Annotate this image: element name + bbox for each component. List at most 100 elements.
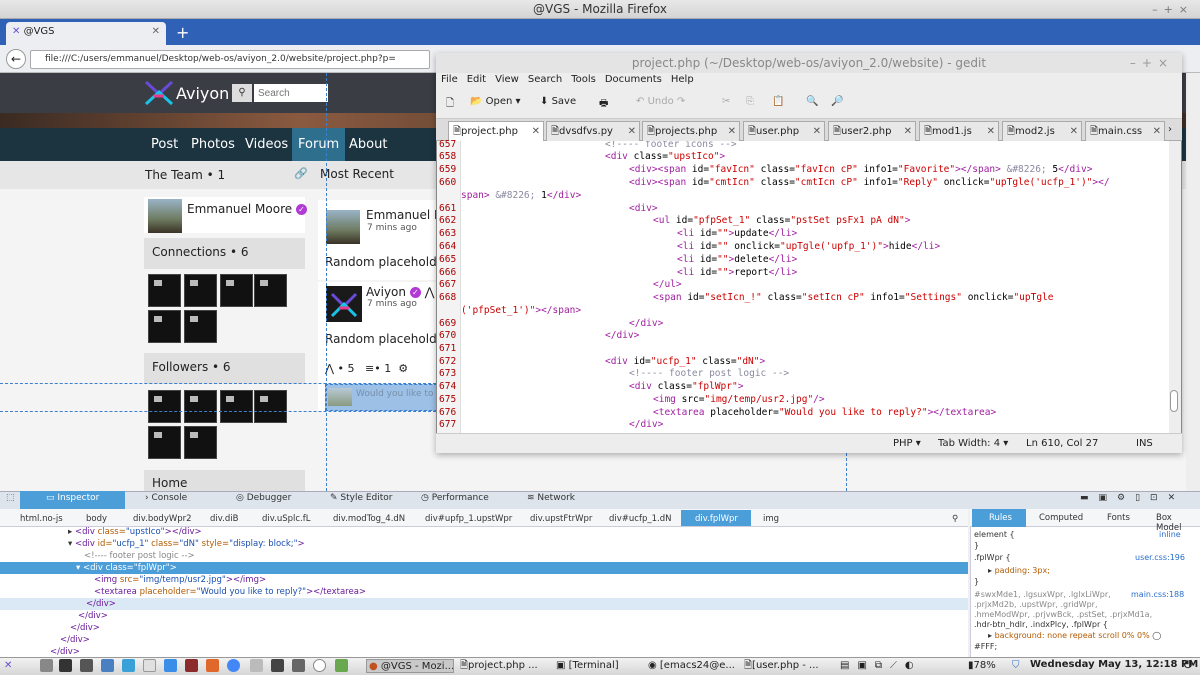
open-button[interactable]: 📂 Open ▾: [470, 96, 521, 107]
writer-launcher-icon[interactable]: [164, 659, 177, 672]
editor-tab-mod1-js[interactable]: 🗎mod1.js ✕: [919, 121, 999, 141]
menu-view[interactable]: View: [495, 73, 519, 87]
connection-tile[interactable]: [148, 274, 181, 307]
avatar[interactable]: [148, 199, 182, 233]
editor-tab-mod2-js[interactable]: 🗎mod2.js ✕: [1002, 121, 1082, 141]
find-replace-icon[interactable]: 🔎: [831, 96, 843, 107]
tab-width-selector[interactable]: Tab Width: 4 ▾: [938, 438, 1008, 449]
camera-launcher-icon[interactable]: [292, 659, 305, 672]
search-html-icon[interactable]: ⚲: [952, 514, 958, 524]
rule-element[interactable]: element {: [974, 530, 1015, 539]
browser-tab[interactable]: ✕ @VGS ✕: [6, 22, 166, 45]
task-user-php[interactable]: 🗎[user.php - ...: [744, 659, 824, 673]
settings-gear-icon[interactable]: ⚙: [398, 362, 408, 375]
close-tab-icon[interactable]: ✕: [728, 122, 736, 141]
rule-source[interactable]: inline: [1159, 530, 1181, 539]
undo-button[interactable]: ↶ Undo ↷: [636, 96, 685, 107]
breadcrumb-item[interactable]: div.modTog_4.dN: [333, 514, 405, 524]
filezilla-launcher-icon[interactable]: [185, 659, 198, 672]
connections-heading[interactable]: Connections • 6: [144, 238, 305, 269]
search-input[interactable]: [254, 84, 328, 102]
disc-launcher-icon[interactable]: [313, 659, 326, 672]
chrome-launcher-icon[interactable]: [227, 659, 240, 672]
tab-computed[interactable]: Computed: [1039, 513, 1083, 523]
editor-launcher-icon[interactable]: [80, 659, 93, 672]
window-controls[interactable]: –+×: [1152, 0, 1194, 19]
image-viewer-launcher-icon[interactable]: [250, 659, 263, 672]
tab-console[interactable]: › Console: [145, 493, 187, 503]
aviyon-avatar-icon[interactable]: [326, 286, 362, 322]
menu-edit[interactable]: Edit: [467, 73, 486, 87]
task-emacs[interactable]: ◉ [emacs24@e...: [648, 659, 738, 673]
close-tab-icon[interactable]: ✕: [904, 122, 912, 141]
close-tab-icon[interactable]: ✕: [628, 122, 636, 141]
rule-selector[interactable]: .hdr-btn_hdlr, .indxPlcy, .fplWpr {: [974, 620, 1108, 629]
tab-performance[interactable]: ◷ Performance: [421, 493, 489, 503]
media-launcher-icon[interactable]: [271, 659, 284, 672]
close-tab-icon[interactable]: ✕: [532, 122, 540, 141]
connection-tile[interactable]: [184, 274, 217, 307]
url-bar[interactable]: file:///C:/users/emmanuel/Desktop/web-os…: [30, 50, 430, 69]
breadcrumb-item[interactable]: div.diB: [210, 514, 238, 524]
tabs-scroll-icon[interactable]: ›: [1168, 124, 1172, 135]
post-author-row[interactable]: Aviyon ✓ ⋀: [366, 285, 435, 299]
devtools-controls[interactable]: ▬▣⚙▯⊡✕: [1080, 493, 1185, 503]
rule-selector[interactable]: #swxMde1, .lgsuxWpr, .lglxLiWpr,: [974, 590, 1111, 599]
task-firefox[interactable]: ● @VGS - Mozi...: [366, 659, 454, 673]
follower-tile[interactable]: [184, 390, 217, 423]
follower-tile[interactable]: [254, 390, 287, 423]
breadcrumb-item[interactable]: body: [86, 514, 107, 524]
post-author[interactable]: Emmanuel M: [366, 208, 444, 222]
comment-icon[interactable]: ≡: [365, 362, 374, 375]
menu-tools[interactable]: Tools: [571, 73, 596, 87]
followers-heading[interactable]: Followers • 6: [144, 353, 305, 384]
terminal-launcher-icon[interactable]: [59, 659, 72, 672]
cut-icon[interactable]: ✂: [722, 96, 730, 107]
nav-post[interactable]: Post: [145, 128, 184, 161]
page-scrollbar[interactable]: [1186, 73, 1200, 491]
editor-scroll-thumb[interactable]: [1170, 390, 1178, 412]
close-tab-icon[interactable]: ✕: [152, 26, 160, 37]
close-tab-icon[interactable]: ✕: [813, 122, 821, 141]
paste-icon[interactable]: 📋: [772, 96, 784, 107]
tab-inspector[interactable]: ▭ Inspector: [46, 493, 99, 503]
android-launcher-icon[interactable]: [335, 659, 348, 672]
tab-debugger[interactable]: ◎ Debugger: [236, 493, 291, 503]
files-launcher-icon[interactable]: [101, 659, 114, 672]
shield-icon[interactable]: ⛉: [1012, 659, 1020, 673]
link-icon[interactable]: 🔗: [294, 167, 308, 180]
find-icon[interactable]: 🔍: [806, 96, 818, 107]
breadcrumb-item-selected[interactable]: div.fplWpr: [695, 514, 738, 524]
post-avatar[interactable]: [326, 210, 360, 244]
follower-tile[interactable]: [148, 426, 181, 459]
rule-selector[interactable]: .prjxMd2b, .upstWpr, .gridWpr,: [974, 600, 1098, 609]
pick-element-icon[interactable]: ⬚: [6, 493, 15, 503]
tab-fonts[interactable]: Fonts: [1107, 513, 1130, 523]
copy-icon[interactable]: ⎘: [746, 96, 754, 107]
rule-selector[interactable]: .fplWpr {: [974, 553, 1011, 562]
tab-network[interactable]: ≋ Network: [527, 493, 575, 503]
browser-launcher-icon[interactable]: [122, 659, 135, 672]
breadcrumb-item[interactable]: div#upfp_1.upstWpr: [425, 514, 512, 524]
print-icon[interactable]: 🖶: [599, 96, 608, 113]
rule-property[interactable]: ▸ padding: 3px;: [988, 566, 1050, 575]
back-button[interactable]: ←: [6, 49, 26, 69]
breadcrumb-item[interactable]: div#ucfp_1.dN: [609, 514, 671, 524]
code-editor[interactable]: <!---- footer icons --> <div class="upst…: [461, 141, 1169, 433]
task-terminal[interactable]: ▣ [Terminal]: [556, 659, 642, 673]
new-document-icon[interactable]: 🗋: [446, 96, 454, 113]
reply-textarea[interactable]: Would you like to: [356, 389, 436, 399]
new-tab-button[interactable]: +: [176, 23, 189, 42]
menu-documents[interactable]: Documents: [605, 73, 662, 87]
app-launcher-icon[interactable]: [40, 659, 53, 672]
brand-name[interactable]: Aviyon: [176, 84, 229, 103]
connection-tile[interactable]: [254, 274, 287, 307]
language-selector[interactable]: PHP ▾: [893, 438, 921, 449]
connection-tile[interactable]: [148, 310, 181, 343]
save-button[interactable]: ⬇ Save: [540, 96, 576, 107]
nav-forum[interactable]: Forum: [292, 128, 346, 161]
connection-tile[interactable]: [184, 310, 217, 343]
color-swatch-icon[interactable]: ◯: [1152, 631, 1161, 640]
editor-tab-project-php[interactable]: 🗎project.php ✕: [448, 121, 544, 141]
follower-tile[interactable]: [184, 426, 217, 459]
